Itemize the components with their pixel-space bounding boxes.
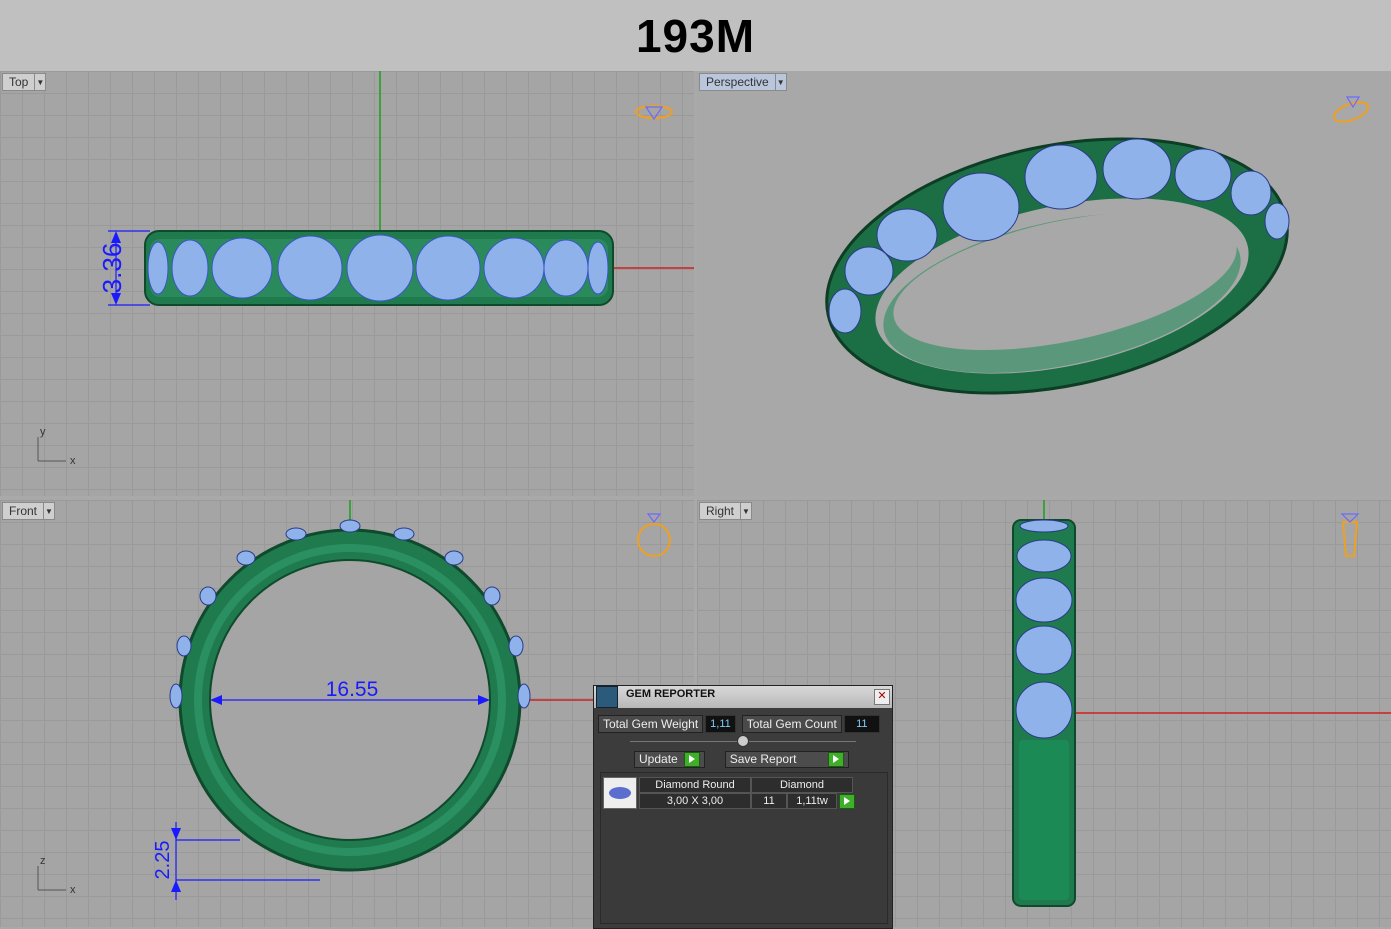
play-icon: [683, 752, 700, 767]
chevron-down-icon[interactable]: ▼: [34, 74, 45, 90]
save-report-button[interactable]: Save Report: [724, 751, 850, 768]
gem-reporter-title: GEM REPORTER: [626, 688, 716, 700]
gem-reporter-icon: [596, 686, 618, 708]
model-title: 193M: [635, 9, 756, 62]
top-dimension-label: 3.36: [97, 243, 127, 294]
window-title-bar: 193M: [0, 0, 1391, 71]
totals-row: Total Gem Weight 1,11 Total Gem Count 11: [598, 715, 880, 733]
gem-reporter-panel[interactable]: GEM REPORTER ✕ Total Gem Weight 1,11 Tot…: [593, 685, 893, 929]
top-axis-y-label: y: [40, 426, 46, 438]
viewport-top-tab[interactable]: Top ▼: [2, 73, 47, 91]
chevron-down-icon[interactable]: ▼: [43, 503, 54, 519]
front-thickness-label: 2.25: [152, 841, 174, 880]
row-select-icon[interactable]: [839, 794, 855, 809]
top-axis-x-label: x: [70, 455, 76, 467]
total-gem-count-value: 11: [843, 715, 880, 733]
viewport-perspective[interactable]: Perspective ▼: [697, 71, 1391, 496]
chevron-down-icon[interactable]: ▼: [740, 503, 751, 519]
close-icon[interactable]: ✕: [874, 689, 890, 705]
total-gem-weight-label: Total Gem Weight: [598, 715, 704, 733]
table-row[interactable]: Diamond Round Diamond 3,00 X 3,00 11 1,1…: [603, 777, 863, 811]
ring-top-icon: [635, 105, 673, 121]
gem-name-cell: Diamond Round: [639, 777, 751, 793]
viewport-front[interactable]: 16.55 2.25 z x Front ▼: [0, 500, 694, 927]
viewport-top[interactable]: 3.36 y x Top ▼: [0, 71, 694, 496]
perspective-view-drawing: [825, 96, 1370, 395]
total-gem-count-label: Total Gem Count: [741, 715, 842, 733]
total-gem-weight-value: 1,11: [705, 715, 736, 733]
splitter-handle[interactable]: [737, 735, 749, 747]
ring-perspective-icon: [1332, 96, 1370, 123]
gem-weight-cell: 1,11tw: [787, 793, 837, 809]
gem-reporter-header[interactable]: GEM REPORTER ✕: [594, 686, 892, 708]
viewport-perspective-tab[interactable]: Perspective ▼: [699, 73, 787, 91]
ring-right-icon: [1340, 513, 1360, 557]
diamond-thumbnail-icon: [603, 777, 637, 809]
chevron-down-icon[interactable]: ▼: [774, 74, 786, 90]
front-axis-x-label: x: [70, 884, 76, 896]
gem-material-cell: Diamond: [751, 777, 853, 793]
front-diameter-label: 16.55: [326, 678, 379, 701]
play-icon: [828, 752, 845, 767]
front-axis-z-label: z: [40, 855, 46, 867]
update-button[interactable]: Update: [634, 751, 705, 768]
ring-front-icon: [637, 513, 671, 557]
gem-list: Diamond Round Diamond 3,00 X 3,00 11 1,1…: [600, 772, 888, 924]
gem-size-cell: 3,00 X 3,00: [639, 793, 751, 809]
viewport-front-tab[interactable]: Front ▼: [2, 502, 56, 520]
viewport-right-tab[interactable]: Right ▼: [699, 502, 753, 520]
actions-row: Update Save Report: [634, 751, 850, 768]
front-view-drawing: 16.55 2.25 z x: [37, 500, 694, 900]
top-view-drawing: 3.36 y x: [37, 71, 694, 467]
gem-count-cell: 11: [751, 793, 787, 809]
